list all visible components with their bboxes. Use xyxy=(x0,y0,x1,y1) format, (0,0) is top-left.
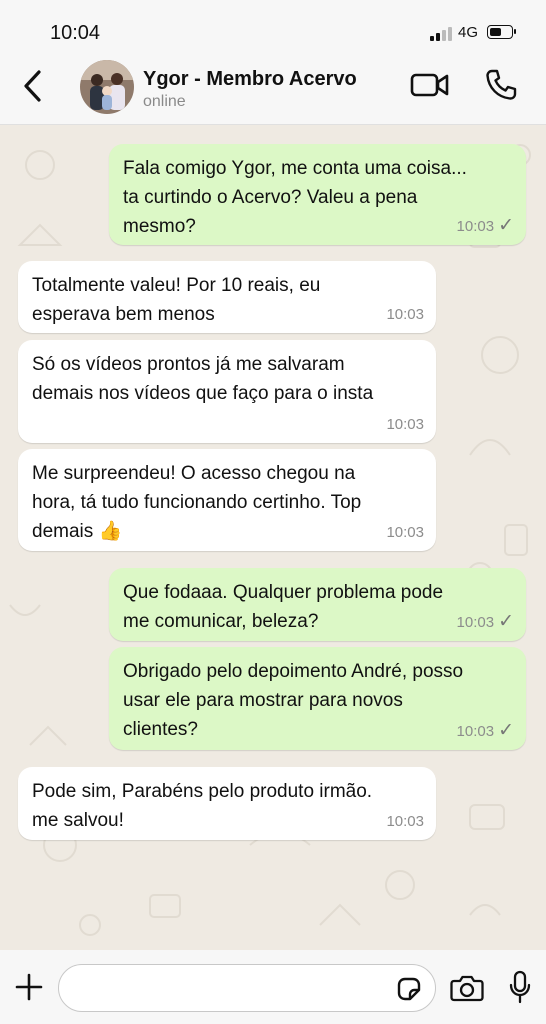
voice-call-button[interactable] xyxy=(484,68,518,102)
message-time: 10:03 xyxy=(386,416,424,433)
message-text: Fala comigo Ygor, me conta uma coisa... … xyxy=(123,158,467,237)
camera-button[interactable] xyxy=(450,974,484,1002)
microphone-icon xyxy=(509,970,531,1004)
message-meta: 10:03 xyxy=(386,410,424,439)
sent-check-icon: ✓ xyxy=(498,720,514,741)
message-time: 10:03 xyxy=(386,524,424,541)
incoming-message[interactable]: Só os vídeos prontos já me salvaram dema… xyxy=(18,340,436,443)
outgoing-message[interactable]: Que fodaaa. Qualquer problema pode me co… xyxy=(109,568,526,641)
status-bar: 10:04 4G xyxy=(0,0,546,56)
message-meta: 10:03 ✓ xyxy=(457,211,514,241)
message-input-box[interactable] xyxy=(58,964,436,1012)
message-time: 10:03 xyxy=(386,306,424,323)
avatar[interactable] xyxy=(80,60,134,114)
camera-icon xyxy=(450,975,484,1002)
message-time: 10:03 xyxy=(456,218,495,235)
microphone-button[interactable] xyxy=(508,970,532,1004)
message-meta: 10:03 xyxy=(386,300,424,329)
message-time: 10:03 xyxy=(386,813,424,830)
incoming-message[interactable]: Pode sim, Parabéns pelo produto irmão. m… xyxy=(18,767,436,840)
message-text: Que fodaaa. Qualquer problema pode me co… xyxy=(123,582,444,632)
message-time: 10:03 xyxy=(456,723,495,740)
message-text: Me surpreendeu! O acesso chegou na hora,… xyxy=(32,463,362,542)
incoming-message[interactable]: Me surpreendeu! O acesso chegou na hora,… xyxy=(18,449,436,551)
sent-check-icon: ✓ xyxy=(498,215,514,236)
composer-bar xyxy=(0,950,546,1024)
incoming-message[interactable]: Totalmente valeu! Por 10 reais, eu esper… xyxy=(18,261,436,333)
battery-icon xyxy=(487,25,516,39)
plus-icon xyxy=(15,973,43,1001)
message-meta: 10:03 xyxy=(386,518,424,547)
network-type: 4G xyxy=(458,24,479,41)
back-button[interactable] xyxy=(20,68,46,104)
message-text: Totalmente valeu! Por 10 reais, eu esper… xyxy=(32,275,321,325)
sticker-icon xyxy=(397,977,421,1001)
message-meta: 10:03 ✓ xyxy=(457,607,514,637)
contact-status: online xyxy=(143,93,186,110)
message-meta: 10:03 xyxy=(386,807,424,836)
message-text: Pode sim, Parabéns pelo produto irmão. m… xyxy=(32,781,373,831)
sent-check-icon: ✓ xyxy=(498,611,514,632)
attach-button[interactable] xyxy=(14,972,44,1002)
video-call-icon xyxy=(410,73,449,97)
message-time: 10:03 xyxy=(456,614,495,631)
message-text: Obrigado pelo depoimento André, posso us… xyxy=(123,661,464,740)
outgoing-message[interactable]: Fala comigo Ygor, me conta uma coisa... … xyxy=(109,144,526,245)
video-call-button[interactable] xyxy=(410,70,450,100)
chat-area[interactable]: Fala comigo Ygor, me conta uma coisa... … xyxy=(0,125,546,950)
message-input[interactable] xyxy=(75,973,389,1005)
status-time: 10:04 xyxy=(50,22,101,44)
signal-strength-icon xyxy=(430,27,454,41)
message-text: Só os vídeos prontos já me salvaram dema… xyxy=(32,354,374,404)
phone-call-icon xyxy=(486,69,517,100)
contact-name[interactable]: Ygor - Membro Acervo xyxy=(143,68,357,91)
outgoing-message[interactable]: Obrigado pelo depoimento André, posso us… xyxy=(109,647,526,750)
message-meta: 10:03 ✓ xyxy=(457,716,514,746)
back-chevron-icon xyxy=(24,70,41,102)
chat-header: Ygor - Membro Acervo online xyxy=(0,56,546,125)
sticker-button[interactable] xyxy=(395,975,423,1003)
